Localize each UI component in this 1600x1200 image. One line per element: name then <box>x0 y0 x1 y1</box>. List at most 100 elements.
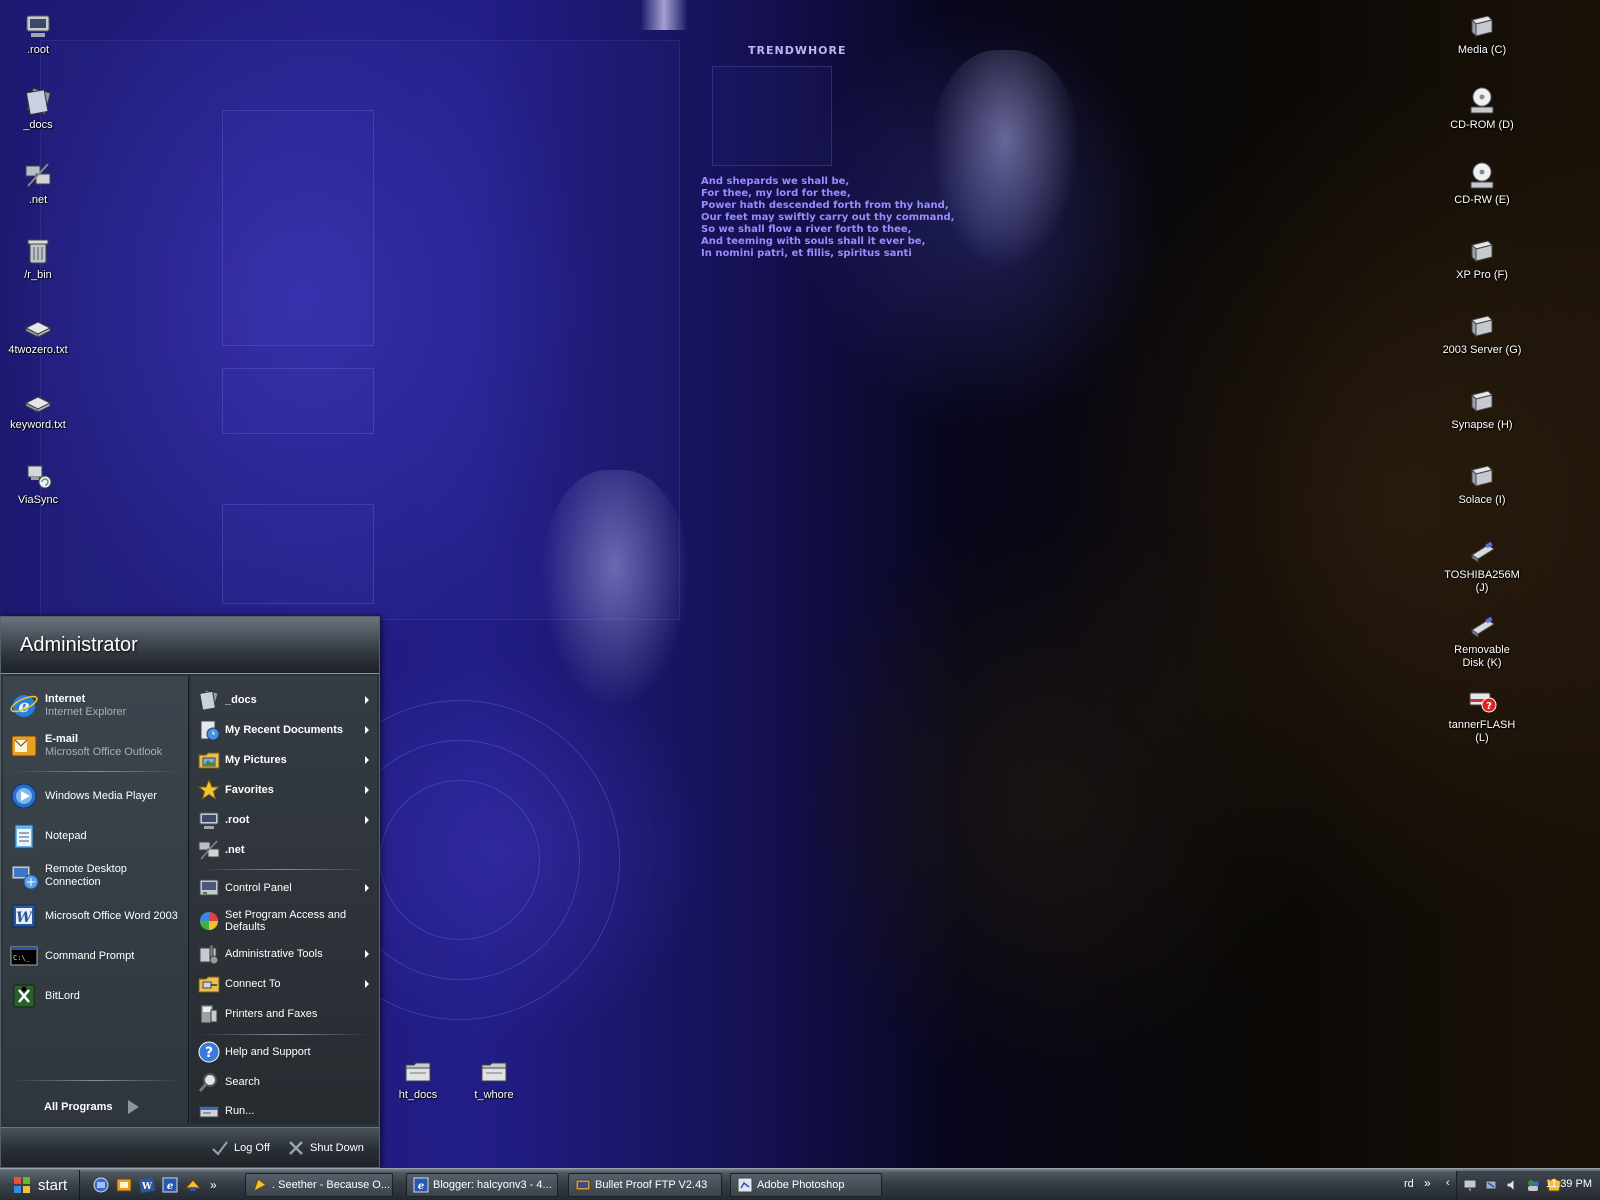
connect-icon <box>198 976 220 993</box>
place-docs[interactable]: _docs <box>197 686 373 714</box>
search[interactable]: Search <box>197 1068 373 1096</box>
wallpaper-poem: And shepards we shall be, For thee, my l… <box>701 176 981 260</box>
tray-expand-chevron-icon[interactable]: ‹ <box>1446 1177 1450 1189</box>
help-title: Help and Support <box>225 1046 311 1058</box>
system-connect-to[interactable]: Connect To <box>197 970 373 998</box>
desktop-icon-root[interactable]: .root <box>0 10 78 57</box>
task-bulletproof-ftp[interactable]: Bullet Proof FTP V2.43 <box>568 1173 722 1197</box>
ftp-icon <box>575 1179 591 1191</box>
desktop-icon-recycle-bin[interactable]: /r_bin <box>0 235 78 282</box>
desktop-icon-drive-k[interactable]: Removable Disk (K) <box>1442 610 1522 670</box>
task-title: Bullet Proof FTP V2.43 <box>595 1179 708 1191</box>
safely-remove-hardware-tray-icon[interactable] <box>1483 1177 1499 1193</box>
system-program-access[interactable]: Set Program Access and Defaults <box>197 906 373 936</box>
log-off-label: Log Off <box>234 1142 270 1154</box>
desktop-icon-drive-i[interactable]: Solace (I) <box>1442 460 1522 507</box>
desktop-icon-ht-docs[interactable]: ht_docs <box>378 1055 458 1102</box>
place-net[interactable]: .net <box>197 836 373 864</box>
desktop-icon-t-whore[interactable]: t_whore <box>454 1055 534 1102</box>
address-overflow-chevron[interactable]: » <box>1424 1176 1431 1190</box>
desktop-icon-docs[interactable]: _docs <box>0 85 78 132</box>
recent-command-prompt[interactable]: C:\_ Command Prompt <box>9 938 185 974</box>
desktop-icon-label: keyword.txt <box>10 419 66 431</box>
recent-remote-desktop[interactable]: Remote Desktop Connection <box>9 858 185 894</box>
desktop-icon-label: TOSHIBA256M (J) <box>1444 569 1520 594</box>
desktop-icon-net[interactable]: .net <box>0 160 78 207</box>
place-root[interactable]: .root <box>197 806 373 834</box>
svg-text:C:\_: C:\_ <box>13 954 31 962</box>
word-icon[interactable]: W <box>138 1176 156 1194</box>
submenu-arrow-icon <box>365 786 369 794</box>
task-seether[interactable]: . Seether - Because O... <box>245 1173 393 1197</box>
svg-text:e: e <box>418 1181 424 1192</box>
place-my-pictures[interactable]: My Pictures <box>197 746 373 774</box>
desktop-icon-keyword[interactable]: keyword.txt <box>0 385 78 432</box>
quick-launch-overflow-chevron[interactable]: » <box>210 1178 217 1192</box>
messenger-tray-icon[interactable] <box>1525 1177 1541 1193</box>
start-menu-places-pane: _docs My Recent Documents My Pictures Fa… <box>191 676 377 1124</box>
task-photoshop[interactable]: Adobe Photoshop <box>730 1173 882 1197</box>
desktop-icon-drive-d[interactable]: CD-ROM (D) <box>1442 85 1522 132</box>
submenu-arrow-icon <box>365 726 369 734</box>
volume-tray-icon[interactable] <box>1504 1177 1520 1193</box>
printer-icon <box>200 1004 218 1024</box>
pinned-title: Internet <box>45 693 86 705</box>
start-menu-header: Administrator <box>1 617 379 674</box>
shut-down-button[interactable]: Shut Down <box>287 1138 364 1158</box>
run[interactable]: Run... <box>197 1097 373 1125</box>
help-and-support[interactable]: ? Help and Support <box>197 1038 373 1066</box>
task-blogger[interactable]: e Blogger: halcyonv3 - 4... <box>406 1173 558 1197</box>
menu-separator <box>199 869 369 870</box>
submenu-arrow-icon <box>365 980 369 988</box>
outlook-icon[interactable] <box>115 1176 133 1194</box>
cd-drive-icon <box>1470 87 1494 114</box>
desktop-icon-drive-g[interactable]: 2003 Server (G) <box>1442 310 1522 357</box>
recent-title: Command Prompt <box>45 949 135 962</box>
desktop-icon-drive-j[interactable]: TOSHIBA256M (J) <box>1442 535 1522 595</box>
system-title: Connect To <box>225 978 281 990</box>
place-favorites[interactable]: Favorites <box>197 776 373 804</box>
log-off-button[interactable]: Log Off <box>211 1138 270 1158</box>
desktop-icon-drive-e[interactable]: CD-RW (E) <box>1442 160 1522 207</box>
search-icon <box>198 1073 217 1092</box>
cd-drive-icon <box>1470 162 1494 189</box>
address-toolbar-label[interactable]: rd <box>1404 1178 1414 1190</box>
start-button[interactable]: start <box>0 1170 80 1200</box>
all-programs-button[interactable]: All Programs <box>44 1096 140 1118</box>
system-admin-tools[interactable]: Administrative Tools <box>197 940 373 968</box>
desktop-icon-label: ht_docs <box>398 1089 438 1101</box>
desktop-icon-label: CD-RW (E) <box>1454 194 1510 206</box>
place-recent-documents[interactable]: My Recent Documents <box>197 716 373 744</box>
photoshop-icon <box>737 1177 753 1193</box>
menu-separator <box>11 771 181 772</box>
help-title: Search <box>225 1076 260 1088</box>
system-control-panel[interactable]: Control Panel <box>197 874 373 902</box>
desktop-icon[interactable] <box>92 1176 110 1194</box>
svg-text:?: ? <box>1486 701 1492 712</box>
recent-notepad[interactable]: Notepad <box>9 818 185 854</box>
shut-down-label: Shut Down <box>310 1142 364 1154</box>
system-printers[interactable]: Printers and Faxes <box>197 1000 373 1028</box>
desktop-icon-drive-c[interactable]: Media (C) <box>1442 10 1522 57</box>
log-off-icon <box>212 1141 228 1156</box>
desktop-icon-4twozero[interactable]: 4twozero.txt <box>0 310 78 357</box>
recent-windows-media-player[interactable]: Windows Media Player <box>9 778 185 814</box>
bitlord-icon[interactable] <box>184 1176 202 1194</box>
pinned-internet[interactable]: e Internet Internet Explorer <box>9 688 185 724</box>
desktop-icon-drive-l[interactable]: ? tannerFLASH (L) <box>1442 685 1522 745</box>
internet-explorer-icon[interactable]: e <box>161 1176 179 1194</box>
text-file-icon <box>24 396 52 413</box>
shut-down-icon <box>289 1141 303 1155</box>
outlook-icon <box>11 735 37 757</box>
desktop-icon-drive-h[interactable]: Synapse (H) <box>1442 385 1522 432</box>
submenu-arrow-icon <box>365 950 369 958</box>
recent-bitlord[interactable]: BitLord <box>9 978 185 1014</box>
desktop-icon-drive-f[interactable]: XP Pro (F) <box>1442 235 1522 282</box>
desktop-icon-viasync[interactable]: ViaSync <box>0 460 78 507</box>
recycle-bin-icon <box>27 239 49 264</box>
pinned-email[interactable]: E-mail Microsoft Office Outlook <box>9 728 185 764</box>
desktop-icon-label: 4twozero.txt <box>8 344 68 356</box>
clock[interactable]: 11:39 PM <box>1546 1178 1592 1190</box>
recent-word[interactable]: W Microsoft Office Word 2003 <box>9 898 185 934</box>
network-tray-icon[interactable] <box>1462 1177 1478 1193</box>
